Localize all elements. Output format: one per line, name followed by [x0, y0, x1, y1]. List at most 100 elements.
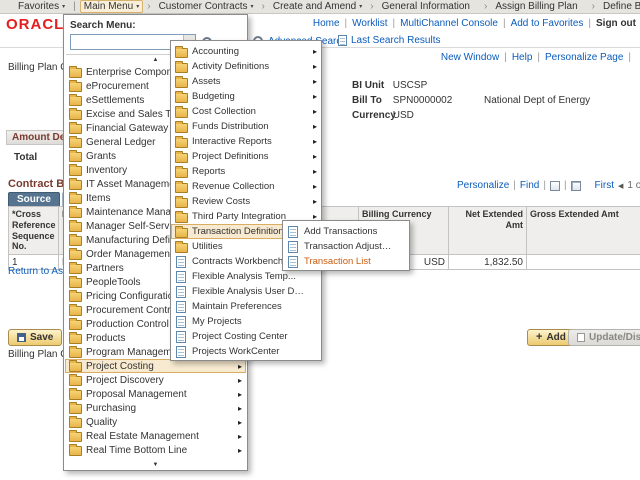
folder-icon	[69, 152, 82, 162]
personalize-link[interactable]: Personalize	[457, 180, 509, 191]
table-cell	[527, 255, 640, 270]
menu-item[interactable]: Real Estate Management ▸	[65, 429, 246, 443]
download-grid-icon[interactable]	[550, 181, 560, 191]
submenu-arrow-icon: ▸	[313, 47, 317, 56]
folder-icon	[69, 362, 82, 372]
menu-scroll-down[interactable]: ▼	[64, 460, 247, 470]
menu-item[interactable]: Budgeting ▸	[171, 89, 321, 104]
menu-item[interactable]: Maintain Preferences ▸	[171, 299, 321, 314]
menu-item[interactable]: Accounting ▸	[171, 44, 321, 59]
menu-item[interactable]: Flexible Analysis Temp... ▸	[171, 269, 321, 284]
folder-icon	[175, 48, 188, 58]
menu-item[interactable]: Quality ▸	[65, 415, 246, 429]
dropdown-caret-icon: ▾	[359, 3, 362, 10]
menu-item[interactable]: Revenue Collection ▸	[171, 179, 321, 194]
breadcrumb-item[interactable]: › Define Billing Plan ▾	[588, 0, 640, 13]
menu-search-label: Search Menu:	[64, 15, 247, 33]
page-icon	[176, 316, 186, 328]
column-header[interactable]: Net Extended Amt	[449, 207, 527, 255]
header-link[interactable]: MultiChannel Console	[388, 18, 498, 29]
menu-item[interactable]: Flexible Analysis User Default ▸	[171, 284, 321, 299]
folder-icon	[69, 96, 82, 106]
page-toolbar-link[interactable]: New Window	[441, 52, 499, 63]
page-icon	[176, 256, 186, 268]
folder-icon	[69, 250, 82, 260]
menu-item[interactable]: My Projects ▸	[171, 314, 321, 329]
folder-icon	[69, 334, 82, 344]
menu-item[interactable]: Add Transactions ▸	[283, 224, 409, 239]
field-value: SPN0000002	[393, 95, 453, 106]
breadcrumb-item[interactable]: Favorites ▾	[6, 0, 69, 13]
last-search-results-link[interactable]: Last Search Results	[338, 35, 441, 46]
menu-item[interactable]: Project Costing ▸	[65, 359, 246, 373]
grid-controls: Personalize | Find | | First ◀ 1 of 1 ▶ …	[457, 180, 640, 191]
grid-tab[interactable]: Source	[8, 192, 60, 206]
update-display-button[interactable]: Update/Display	[568, 329, 640, 346]
folder-icon	[175, 123, 188, 133]
menu-item[interactable]: Projects WorkCenter ▸	[171, 344, 321, 359]
page-icon	[288, 241, 298, 253]
folder-icon	[69, 292, 82, 302]
menu-item[interactable]: Transaction Adjustment ▸	[283, 239, 409, 254]
menu-item[interactable]: Project Definitions ▸	[171, 149, 321, 164]
page-icon	[176, 301, 186, 313]
folder-icon	[69, 446, 82, 456]
breadcrumb-item[interactable]: | Main Menu ▾	[69, 0, 143, 13]
field-description: National Dept of Energy	[484, 95, 590, 106]
page-toolbar: New WindowHelpPersonalize Page |	[441, 52, 636, 63]
folder-icon	[69, 236, 82, 246]
folder-icon	[69, 208, 82, 218]
dropdown-caret-icon: ▾	[251, 3, 254, 10]
menu-item[interactable]: Assets ▸	[171, 74, 321, 89]
menu-item[interactable]: Project Costing Center ▸	[171, 329, 321, 344]
folder-icon	[175, 183, 188, 193]
menu-item[interactable]: Review Costs ▸	[171, 194, 321, 209]
column-header[interactable]: *Cross Reference Sequence No.	[9, 207, 59, 255]
folder-icon	[69, 404, 82, 414]
menu-item[interactable]: Purchasing ▸	[65, 401, 246, 415]
field-value: USCSP	[393, 80, 427, 91]
find-link[interactable]: Find	[520, 180, 539, 191]
page-icon	[176, 271, 186, 283]
menu-item[interactable]: Transaction List ▸	[283, 254, 409, 269]
save-button[interactable]: Save	[8, 329, 62, 346]
menu-item[interactable]: Activity Definitions ▸	[171, 59, 321, 74]
menu-search-input[interactable]	[71, 36, 183, 48]
breadcrumb-separator: ›	[262, 1, 265, 12]
menu-item[interactable]: Funds Distribution ▸	[171, 119, 321, 134]
folder-icon	[69, 222, 82, 232]
breadcrumb-separator: ›	[370, 1, 373, 12]
header-link[interactable]: Add to Favorites	[498, 18, 583, 29]
menu-item[interactable]: Real Time Bottom Line ▸	[65, 443, 246, 457]
breadcrumb-item[interactable]: › Create and Amend ▾	[258, 0, 367, 13]
breadcrumb-separator: ›	[484, 1, 487, 12]
header-link[interactable]: Home	[313, 18, 340, 29]
column-header[interactable]: Gross Extended Amt	[527, 207, 640, 255]
prev-row-icon[interactable]: ◀	[618, 182, 623, 190]
submenu-arrow-icon: ▸	[313, 107, 317, 116]
zoom-grid-icon[interactable]	[571, 181, 581, 191]
menu-item[interactable]: Project Discovery ▸	[65, 373, 246, 387]
field-label: Bill To	[352, 95, 390, 106]
first-link[interactable]: First	[595, 180, 614, 191]
scroll-up-icon: ▲	[153, 57, 159, 63]
folder-icon	[69, 278, 82, 288]
page-toolbar-link[interactable]: Help	[499, 52, 532, 63]
menu-item[interactable]: Cost Collection ▸	[171, 104, 321, 119]
folder-icon	[69, 376, 82, 386]
breadcrumb-item[interactable]: › Customer Contracts ▾	[143, 0, 257, 13]
peoplesoft-window: Favorites ▾ | Main Menu ▾ › Customer Con…	[0, 0, 640, 480]
menu-item[interactable]: Proposal Management ▸	[65, 387, 246, 401]
menu-item[interactable]: Interactive Reports ▸	[171, 134, 321, 149]
menu-item[interactable]: Reports ▸	[171, 164, 321, 179]
folder-icon	[69, 348, 82, 358]
folder-icon	[69, 138, 82, 148]
page-toolbar-link[interactable]: Personalize Page	[532, 52, 623, 63]
signout-link[interactable]: Sign out	[596, 18, 636, 29]
page-icon	[176, 346, 186, 358]
folder-icon	[175, 63, 188, 73]
breadcrumb-item[interactable]: › General Information ▾	[366, 0, 480, 13]
header-link[interactable]: Worklist	[340, 18, 388, 29]
folder-icon	[69, 82, 82, 92]
breadcrumb-item[interactable]: › Assign Billing Plan ▾	[480, 0, 588, 13]
